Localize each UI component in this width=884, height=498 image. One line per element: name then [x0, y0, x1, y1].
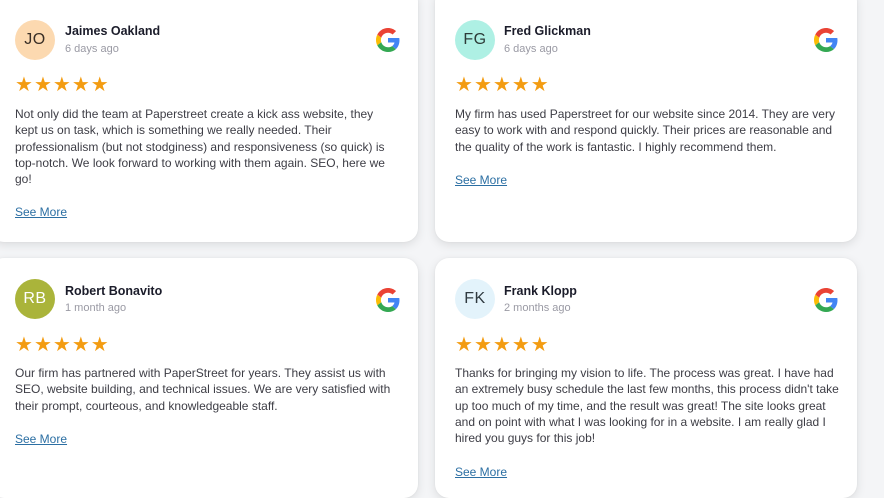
star-icon: ★	[530, 332, 549, 356]
review-card: FK Frank Klopp 2 months ago ★ ★ ★ ★ ★ Th…	[435, 258, 857, 498]
star-icon: ★	[492, 332, 511, 356]
avatar: RB	[15, 279, 55, 319]
rating-stars: ★ ★ ★ ★ ★	[455, 334, 549, 354]
see-more-link[interactable]: See More	[455, 173, 507, 187]
star-icon: ★	[473, 332, 492, 356]
review-text: Not only did the team at Paperstreet cre…	[15, 107, 385, 187]
reviewer-name: Jaimes Oakland	[65, 24, 161, 38]
see-more-link[interactable]: See More	[455, 465, 507, 479]
star-icon: ★	[90, 332, 109, 356]
google-icon	[814, 28, 838, 52]
star-icon: ★	[71, 72, 90, 96]
see-more-link[interactable]: See More	[15, 432, 67, 446]
star-icon: ★	[33, 332, 52, 356]
review-text: Thanks for bringing my vision to life. T…	[455, 366, 839, 446]
star-icon: ★	[511, 332, 530, 356]
star-icon: ★	[90, 72, 109, 96]
star-icon: ★	[530, 72, 549, 96]
star-icon: ★	[511, 72, 530, 96]
rating-stars: ★ ★ ★ ★ ★	[455, 74, 549, 94]
review-text: My firm has used Paperstreet for our web…	[455, 107, 835, 154]
star-icon: ★	[33, 72, 52, 96]
see-more-link[interactable]: See More	[15, 205, 67, 219]
review-date: 2 months ago	[504, 302, 571, 314]
reviewer-name: Robert Bonavito	[65, 284, 163, 298]
avatar: FG	[455, 20, 495, 60]
google-icon	[376, 28, 400, 52]
avatar: FK	[455, 279, 495, 319]
review-date: 1 month ago	[65, 302, 127, 314]
star-icon: ★	[52, 72, 71, 96]
review-date: 6 days ago	[65, 43, 119, 55]
star-icon: ★	[52, 332, 71, 356]
star-icon: ★	[71, 332, 90, 356]
rating-stars: ★ ★ ★ ★ ★	[15, 334, 109, 354]
google-icon	[376, 288, 400, 312]
review-text: Our firm has partnered with PaperStreet …	[15, 366, 391, 413]
star-icon: ★	[473, 72, 492, 96]
google-icon	[814, 288, 838, 312]
review-card: FG Fred Glickman 6 days ago ★ ★ ★ ★ ★ My…	[435, 0, 857, 242]
review-date: 6 days ago	[504, 43, 558, 55]
review-card: JO Jaimes Oakland 6 days ago ★ ★ ★ ★ ★ N…	[0, 0, 418, 242]
star-icon: ★	[455, 332, 473, 356]
reviewer-name: Fred Glickman	[504, 24, 591, 38]
star-icon: ★	[15, 332, 33, 356]
rating-stars: ★ ★ ★ ★ ★	[15, 74, 109, 94]
reviewer-name: Frank Klopp	[504, 284, 577, 298]
avatar: JO	[15, 20, 55, 60]
star-icon: ★	[492, 72, 511, 96]
star-icon: ★	[455, 72, 473, 96]
star-icon: ★	[15, 72, 33, 96]
review-card: RB Robert Bonavito 1 month ago ★ ★ ★ ★ ★…	[0, 258, 418, 498]
